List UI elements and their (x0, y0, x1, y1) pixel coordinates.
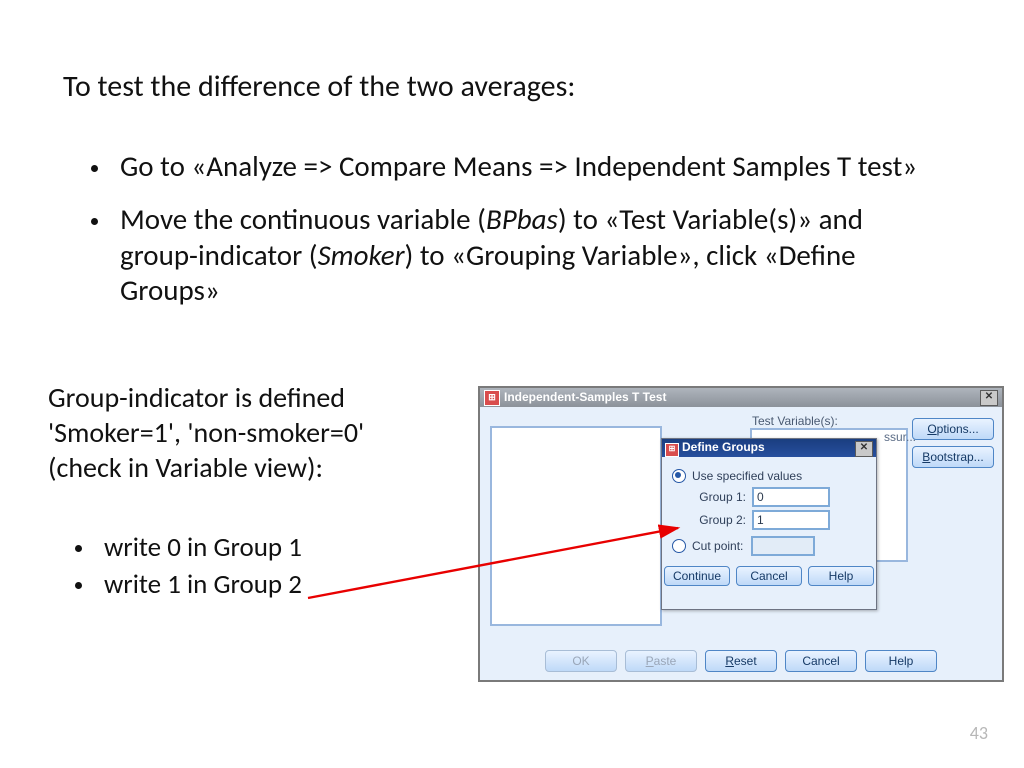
options-button[interactable]: Options... (912, 418, 994, 440)
cancel-button[interactable]: Cancel (736, 566, 802, 586)
dialog-bottom-buttons: OK Paste Reset Cancel Help (480, 650, 1002, 672)
spss-dialog-screenshot: ⊞ Independent-Samples T Test ✕ Test Varia… (478, 386, 1004, 682)
define-groups-dialog: ⊞Define Groups ✕ Use specified values Gr… (661, 438, 877, 610)
options-label: ptions... (937, 422, 979, 436)
sub-bullet-1: write 0 in Group 1 (96, 531, 496, 564)
para2-line2: 'Smoker=1', 'non-smoker=0' (48, 415, 364, 450)
para2-line3: (check in Variable view): (48, 450, 323, 485)
group1-input[interactable]: 0 (752, 487, 830, 507)
sub-bullet-list: write 0 in Group 1 write 1 in Group 2 (56, 531, 496, 605)
app-icon: ⊞ (484, 390, 500, 406)
source-variable-list[interactable] (490, 426, 662, 626)
group-indicator-paragraph: Group-indicator is defined 'Smoker=1', '… (48, 380, 458, 485)
page-number: 43 (970, 722, 988, 744)
cut-point-radio-row[interactable]: Cut point: (672, 536, 866, 556)
app-icon: ⊞ (665, 443, 679, 457)
sub-bullet-2: write 1 in Group 2 (96, 568, 496, 601)
reset-button[interactable]: Reset (705, 650, 777, 672)
group2-label: Group 2: (682, 513, 746, 527)
close-icon[interactable]: ✕ (855, 441, 873, 457)
ok-button: OK (545, 650, 617, 672)
bootstrap-button[interactable]: Bootstrap... (912, 446, 994, 468)
dialog-title: Independent-Samples T Test (504, 390, 666, 404)
radio-use-specified[interactable] (672, 469, 686, 483)
dialog-titlebar: ⊞ Independent-Samples T Test ✕ (480, 388, 1002, 407)
para2-line1: Group-indicator is defined (48, 380, 345, 415)
bullet-2: Move the continuous variable (BPbas) to … (112, 202, 932, 308)
define-groups-titlebar: ⊞Define Groups ✕ (662, 439, 876, 457)
bullet-2-var2: Smoker (318, 237, 405, 273)
slide-heading: To test the difference of the two averag… (63, 68, 575, 105)
main-bullet-list: Go to «Analyze => Compare Means => Indep… (72, 149, 932, 327)
bullet-2-var1: BPbas (486, 201, 558, 237)
define-groups-title: Define Groups (682, 440, 765, 454)
bullet-1: Go to «Analyze => Compare Means => Indep… (112, 149, 932, 184)
group2-input[interactable]: 1 (752, 510, 830, 530)
cut-point-label: ut point: (701, 539, 744, 553)
cut-point-input (751, 536, 815, 556)
radio-cut-point[interactable] (672, 539, 686, 553)
use-specified-label: se specified values (701, 469, 802, 483)
bullet-2-pre: Move the continuous variable ( (120, 201, 486, 237)
bootstrap-label: ootstrap... (930, 450, 983, 464)
test-variables-label: Test Variable(s): (752, 414, 838, 428)
cancel-button[interactable]: Cancel (785, 650, 857, 672)
close-icon[interactable]: ✕ (980, 390, 998, 406)
side-button-group: Options... Bootstrap... (912, 418, 994, 468)
paste-button: Paste (625, 650, 697, 672)
continue-button[interactable]: Continue (664, 566, 730, 586)
help-button[interactable]: Help (808, 566, 874, 586)
use-specified-radio-row[interactable]: Use specified values (672, 469, 866, 483)
bullet-1-text: Go to «Analyze => Compare Means => Indep… (120, 148, 917, 184)
help-button[interactable]: Help (865, 650, 937, 672)
group1-label: Group 1: (682, 490, 746, 504)
